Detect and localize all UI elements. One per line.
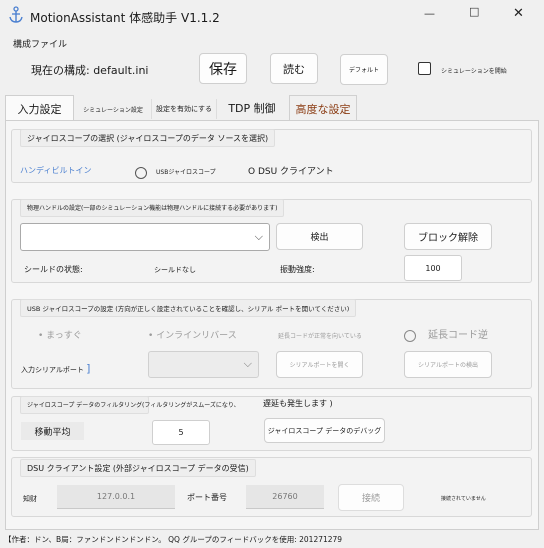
radio-straight[interactable]: • まっすぐ: [38, 328, 82, 341]
chevron-down-icon: ⌵: [254, 230, 263, 243]
dsu-group: DSU クライアント設定 (外部ジャイロスコープ データの受信) 知财 127.…: [11, 457, 532, 517]
detect-button[interactable]: 検出: [276, 223, 363, 250]
gyro-select-title: ジャイロスコープの選択 (ジャイロスコープのデータ ソースを選択): [20, 129, 276, 147]
tab-advanced-settings[interactable]: 高度な設定: [289, 95, 357, 121]
dsu-port-input[interactable]: 26760: [246, 485, 324, 509]
dsu-address-input[interactable]: 127.0.0.1: [57, 485, 175, 509]
chevron-down-icon: ⌵: [243, 357, 252, 370]
shield-status-label: シールドの状態:: [24, 265, 83, 274]
handle-dropdown[interactable]: ⌵: [20, 223, 270, 251]
window-title: MotionAssistant 体感助手 V1.1.2: [30, 11, 220, 25]
tab-content: ジャイロスコープの選択 (ジャイロスコープのデータ ソースを選択) ハンディビル…: [5, 120, 539, 530]
title-bar: MotionAssistant 体感助手 V1.1.2 — □ ✕: [0, 0, 544, 32]
filter-delay-note: 遅延も発生します ): [263, 399, 333, 408]
simulation-checkbox[interactable]: [418, 62, 431, 75]
config-current: 現在の構成: default.ini: [31, 64, 149, 77]
open-serial-button[interactable]: シリアルポートを開く: [276, 351, 363, 378]
close-button[interactable]: ✕: [513, 6, 524, 21]
tab-tdp-control[interactable]: TDP 制御: [219, 98, 285, 118]
gyro-select-group: ジャイロスコープの選択 (ジャイロスコープのデータ ソースを選択) ハンディビル…: [11, 129, 532, 183]
gyro-debug-button[interactable]: ジャイロスコープ データのデバッグ: [264, 418, 385, 443]
filter-group: ジャイロスコープ データのフィルタリング (フィルタリングがスムーズになり、 遅…: [11, 396, 532, 451]
filter-title: ジャイロスコープ データのフィルタリング: [20, 396, 150, 414]
serial-port-select[interactable]: ⌵: [148, 351, 259, 378]
radio-usb-gyro-label[interactable]: USBジャイロスコープ: [156, 167, 216, 176]
serial-port-label: 入力シリアルポート ]: [21, 362, 91, 375]
extension-reverse-label[interactable]: 延長コード逆: [428, 326, 488, 341]
dsu-address-label: 知财: [23, 495, 37, 503]
read-button[interactable]: 読む: [270, 53, 318, 84]
default-button[interactable]: デフォルト: [340, 54, 388, 85]
dsu-connect-button[interactable]: 接続: [338, 484, 404, 511]
dsu-title: DSU クライアント設定 (外部ジャイロスコープ データの受信): [20, 459, 256, 477]
dsu-port-label: ポート番号: [187, 493, 227, 502]
vibration-label: 振動強度:: [280, 265, 315, 274]
tab-simulation-settings[interactable]: シミュレーション設定: [76, 99, 150, 119]
save-button[interactable]: 保存: [199, 53, 247, 84]
filter-note: (フィルタリングがスムーズになり、: [142, 402, 240, 409]
radio-usb-gyro-dot[interactable]: [135, 162, 147, 181]
moving-average-label: 移動平均: [21, 422, 84, 440]
maximize-button[interactable]: □: [469, 5, 479, 18]
physical-handle-title: 物理ハンドルの設定(一部のシミュレーション機能は物理ハンドルに接続する必要があり…: [20, 199, 285, 217]
tab-input-settings[interactable]: 入力設定: [5, 95, 74, 121]
dsu-status: 接続されていません: [441, 496, 486, 502]
app-icon: [8, 6, 24, 24]
footer-text: 【作者：ドン、B局：ファンドンドンドンドン。 QQ グループのフィードバックを使…: [4, 535, 343, 544]
extension-normal-note: 延長コードが正常を向いている: [278, 333, 362, 340]
radio-dsu-client[interactable]: O DSU クライアント: [248, 164, 334, 177]
physical-handle-group: 物理ハンドルの設定(一部のシミュレーション機能は物理ハンドルに接続する必要があり…: [11, 199, 532, 283]
tab-enable-settings[interactable]: 設定を有効にする: [151, 99, 217, 119]
config-section-title: 構成ファイル: [13, 40, 68, 50]
shield-status-value: シールドなし: [154, 266, 196, 274]
simulation-checkbox-label: シミュレーションを開始: [441, 68, 507, 75]
moving-average-input[interactable]: 5: [152, 420, 210, 445]
usb-gyro-title: USB ジャイロスコープの設定 (方向が正しく設定されていることを確認し、シリア…: [20, 299, 357, 317]
usb-gyro-group: USB ジャイロスコープの設定 (方向が正しく設定されていることを確認し、シリア…: [11, 299, 532, 389]
detect-serial-button[interactable]: シリアルポートの検出: [404, 351, 492, 378]
minimize-button[interactable]: —: [424, 7, 435, 20]
vibration-input[interactable]: 100: [404, 255, 462, 281]
extension-reverse-radio[interactable]: [404, 325, 416, 344]
radio-handheld-builtin[interactable]: ハンディビルトイン: [20, 165, 91, 176]
tab-bar: 入力設定 シミュレーション設定 設定を有効にする TDP 制御 高度な設定: [5, 95, 539, 121]
unblock-button[interactable]: ブロック解除: [404, 223, 492, 250]
radio-inline-reverse[interactable]: • インラインリバース: [148, 328, 237, 341]
